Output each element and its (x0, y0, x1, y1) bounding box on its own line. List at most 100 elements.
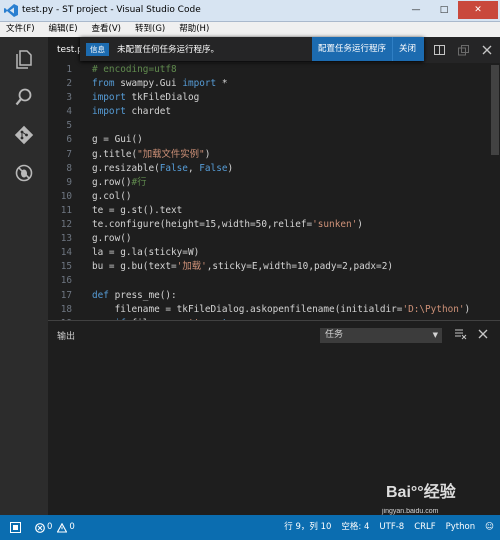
code-line[interactable]: 6 g = Gui() (48, 133, 488, 147)
code-token: False (159, 162, 188, 174)
notification-close-button[interactable]: 关闭 (391, 37, 424, 61)
baidu-watermark-url: jingyan.baidu.com (382, 508, 439, 515)
window-title: test.py - ST project - Visual Studio Cod… (22, 5, 201, 15)
code-line[interactable]: 15 bu = g.bu(text='加载',sticky=E,width=10,… (48, 260, 488, 274)
status-right: 行 9，列 10 空格: 4 UTF-8 CRLF Python ☺ (284, 515, 494, 540)
code-token: , (187, 162, 200, 174)
code-token: ) (204, 148, 211, 160)
close-editor-icon[interactable] (480, 43, 494, 57)
maximize-button[interactable]: □ (430, 1, 458, 19)
chevron-down-icon: ▼ (432, 331, 438, 339)
code-token: te.configure(height=15,width=50,relief= (92, 219, 313, 231)
line-number: 1 (66, 64, 72, 75)
error-icon (35, 522, 45, 533)
code-token: ) (464, 303, 471, 315)
code-token: ,sticky=E,width=10,pady=2,padx=2) (206, 261, 393, 273)
code-token: press_me(): (108, 289, 177, 301)
code-line[interactable]: 14 la = g.la(sticky=W) (48, 246, 488, 260)
menu-file[interactable]: 文件(F) (6, 22, 35, 37)
status-left: 0 0 (10, 515, 75, 540)
line-content: la = g.la(sticky=W) (92, 246, 199, 260)
code-line[interactable]: 12 te.configure(height=15,width=50,relief… (48, 218, 488, 232)
notification-message: 未配置任何任务运行程序。 (117, 45, 220, 55)
code-token: # encoding=utf8 (92, 64, 177, 75)
remote-icon[interactable] (10, 522, 21, 533)
line-content: te.configure(height=15,width=50,relief='… (92, 218, 363, 232)
line-number: 18 (60, 303, 72, 315)
file-encoding[interactable]: UTF-8 (379, 515, 404, 540)
line-number: 12 (60, 219, 72, 231)
clear-output-icon[interactable] (454, 327, 468, 341)
code-line[interactable]: 7 g.title("加载文件实例") (48, 148, 488, 162)
code-line[interactable]: 18 filename = tkFileDialog.askopenfilena… (48, 303, 488, 317)
code-line[interactable]: 2 from swampy.Gui import * (48, 77, 488, 91)
code-line[interactable]: 9 g.row()#行 (48, 176, 488, 190)
code-token: import (182, 78, 217, 90)
open-changes-icon[interactable] (456, 43, 470, 57)
feedback-icon[interactable]: ☺ (485, 515, 494, 540)
split-editor-icon[interactable] (432, 43, 446, 57)
code-token: import (92, 92, 126, 104)
code-line[interactable]: 11 te = g.st().text (48, 204, 488, 218)
code-token: from (92, 78, 115, 90)
notification-toast: 信息 未配置任何任务运行程序。 配置任务运行程序 关闭 (80, 37, 424, 61)
code-line[interactable]: 4 import chardet (48, 105, 488, 119)
line-number: 15 (60, 261, 72, 273)
debug-icon[interactable] (14, 163, 34, 183)
code-editor[interactable]: 1 # encoding=utf8 2 from swampy.Gui import … (48, 63, 488, 320)
editor-scroll-thumb[interactable] (491, 65, 499, 155)
editor-scrollbar[interactable] (488, 63, 500, 320)
title-bar: test.py - ST project - Visual Studio Cod… (0, 0, 500, 22)
code-line[interactable]: 5 (48, 119, 488, 133)
line-content: def press_me(): (92, 289, 177, 303)
code-line[interactable]: 1 # encoding=utf8 (48, 63, 488, 77)
code-line[interactable]: 17 def press_me(): (48, 289, 488, 303)
line-number: 6 (66, 134, 72, 146)
menu-goto[interactable]: 转到(G) (135, 22, 165, 37)
editor-area: test.p 1 # encoding=utf8 2 from swampy.Gui … (48, 37, 500, 320)
close-window-button[interactable]: ✕ (458, 1, 498, 19)
menu-help[interactable]: 帮助(H) (179, 22, 209, 37)
line-number: 3 (66, 92, 72, 104)
code-line[interactable]: 10 g.col() (48, 190, 488, 204)
problems-indicator[interactable]: 0 0 (35, 515, 75, 540)
vscode-logo-icon (4, 4, 18, 17)
code-line[interactable]: 3 import tkFileDialog (48, 91, 488, 105)
output-channel-value: 任务 (325, 330, 344, 340)
search-icon[interactable] (14, 87, 34, 107)
line-content: te = g.st().text (92, 204, 182, 218)
code-token: chardet (125, 106, 172, 118)
code-token: 'D:\Python' (402, 303, 465, 315)
line-content: from swampy.Gui import * (92, 77, 227, 91)
code-token: '加载' (176, 261, 207, 273)
code-token: g.row() (92, 233, 132, 245)
line-number: 7 (66, 148, 72, 160)
code-line[interactable]: 13 g.row() (48, 232, 488, 246)
line-number: 13 (60, 233, 72, 245)
error-count: 0 (47, 522, 53, 532)
code-line[interactable]: 16 (48, 274, 488, 288)
line-content: g = Gui() (92, 133, 143, 147)
code-token: g.title( (92, 148, 138, 160)
close-panel-icon[interactable] (476, 327, 490, 341)
language-mode[interactable]: Python (446, 515, 475, 540)
code-token: * (216, 78, 228, 90)
menu-view[interactable]: 查看(V) (92, 22, 121, 37)
editor-actions (432, 37, 494, 63)
output-channel-select[interactable]: 任务 ▼ (320, 328, 442, 343)
code-line[interactable]: 8 g.resizable(False, False) (48, 162, 488, 176)
line-ending[interactable]: CRLF (414, 515, 435, 540)
explorer-icon[interactable] (14, 49, 34, 69)
menu-edit[interactable]: 编辑(E) (49, 22, 78, 37)
cursor-position[interactable]: 行 9，列 10 (284, 515, 331, 540)
git-icon[interactable] (14, 125, 34, 145)
indentation[interactable]: 空格: 4 (341, 515, 369, 540)
code-token: import (92, 106, 126, 118)
line-content: bu = g.bu(text='加载',sticky=E,width=10,pa… (92, 260, 393, 274)
code-token: la = g.la(sticky=W) (92, 247, 200, 259)
minimize-button[interactable]: — (402, 1, 430, 19)
configure-task-runner-button[interactable]: 配置任务运行程序 (311, 37, 392, 61)
code-token: #行 (131, 176, 147, 188)
line-content: import tkFileDialog (92, 91, 199, 105)
line-content: g.row() (92, 232, 132, 246)
